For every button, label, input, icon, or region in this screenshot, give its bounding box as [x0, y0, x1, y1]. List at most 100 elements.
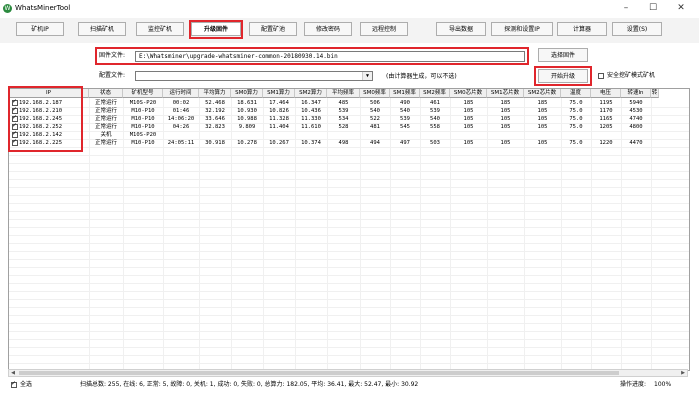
safe-mode-checkbox[interactable]	[598, 73, 604, 79]
config-file-label: 配置文件:	[99, 72, 126, 79]
cell-sm1-freq: 540	[400, 108, 410, 114]
cell-sm0-freq: 506	[370, 100, 380, 106]
cell-sm1-chips: 105	[500, 108, 511, 114]
configure-pool-button[interactable]: 配置矿池	[249, 22, 297, 36]
calculator-button[interactable]: 计算器	[557, 22, 607, 36]
cell-fan-out	[651, 123, 659, 131]
column-header-temperature[interactable]: 温度	[561, 89, 591, 98]
cell-fan-out	[651, 139, 659, 147]
cell-sm0-hashrate: 10.278	[237, 140, 257, 146]
row-divider	[9, 315, 689, 316]
column-header-avg-hashrate[interactable]: 平均算力	[199, 89, 231, 98]
remote-control-button[interactable]: 远程控制	[360, 22, 408, 36]
scrollbar-thumb[interactable]	[19, 371, 619, 375]
row-divider	[9, 219, 689, 220]
chevron-down-icon[interactable]: ▼	[362, 72, 372, 80]
row-divider	[9, 251, 689, 252]
minimize-button[interactable]: –	[614, 2, 638, 15]
change-password-button[interactable]: 修改密码	[304, 22, 352, 36]
cell-voltage: 1170	[599, 108, 613, 114]
column-header-sm0-freq[interactable]: SM0频率	[360, 89, 390, 98]
row-divider	[9, 211, 689, 212]
maximize-button[interactable]: ☐	[641, 2, 665, 15]
ip-search-button[interactable]: 探测和设置IP	[491, 22, 553, 36]
cell-sm2-freq: 539	[430, 108, 440, 114]
config-file-select[interactable]: ▼	[135, 71, 373, 81]
cell-sm1-chips: 105	[500, 116, 511, 122]
firmware-highlight-frame	[95, 47, 529, 65]
cell-sm2-freq: 540	[430, 116, 440, 122]
cell-avg-hashrate: 33.646	[205, 116, 225, 122]
column-header-model[interactable]: 矿机型号	[123, 89, 163, 98]
column-header-sm1-chips[interactable]: SM1芯片数	[487, 89, 524, 98]
cell-fan-in: 4740	[629, 116, 643, 122]
column-header-fan-out[interactable]: 转	[651, 89, 659, 98]
select-all-checkbox[interactable]	[11, 380, 17, 388]
horizontal-scrollbar[interactable]: ◀ ▶	[8, 369, 688, 377]
monitor-miners-button[interactable]: 监控矿机	[136, 22, 184, 36]
scan-ip-button[interactable]: 矿机IP	[16, 22, 64, 36]
row-divider	[9, 355, 689, 356]
cell-status: 正常运行	[94, 108, 117, 114]
cell-avg-freq: 534	[338, 116, 349, 122]
cell-sm0-chips	[450, 131, 487, 139]
table-row[interactable]: 192.168.2.210正常运行M10-P1001:4632.19210.93…	[9, 106, 689, 115]
cell-fan-out	[651, 107, 659, 115]
row-divider	[9, 331, 689, 332]
column-header-sm0-hashrate[interactable]: SM0算力	[231, 89, 263, 98]
column-header-avg-freq[interactable]: 平均频率	[327, 89, 360, 98]
cell-sm2-chips	[524, 131, 561, 139]
cell-fan-out	[651, 99, 659, 107]
table-row[interactable]: 192.168.2.252正常运行M10-P1004:2632.8239.809…	[9, 122, 689, 131]
table-row[interactable]: 192.168.2.225正常运行M10-P1024:05:1130.91810…	[9, 138, 689, 147]
column-header-uptime[interactable]: 运行时间	[163, 89, 199, 98]
row-divider	[9, 323, 689, 324]
cell-fan-in: 4530	[629, 108, 643, 114]
row-divider	[9, 291, 689, 292]
cell-uptime: 00:02	[172, 100, 190, 106]
cell-sm2-hashrate: 16.347	[301, 100, 321, 106]
column-header-sm2-chips[interactable]: SM2芯片数	[524, 89, 561, 98]
cell-sm2-chips: 105	[537, 124, 548, 130]
column-header-status[interactable]: 状态	[89, 89, 123, 98]
select-all-label: 全选	[20, 381, 33, 388]
row-divider	[9, 339, 689, 340]
column-header-voltage[interactable]: 电压	[591, 89, 621, 98]
cell-sm2-chips: 185	[537, 100, 548, 106]
cell-avg-hashrate: 32.823	[205, 124, 225, 130]
table-row[interactable]: 192.168.2.187正常运行M10S-P2000:0252.46818.6…	[9, 98, 689, 107]
close-button[interactable]: ✕	[669, 2, 693, 15]
row-divider	[9, 347, 689, 348]
scroll-right-icon[interactable]: ▶	[679, 370, 687, 376]
column-header-sm0-chips[interactable]: SM0芯片数	[450, 89, 487, 98]
row-divider	[9, 227, 689, 228]
cell-sm1-hashrate: 10.267	[269, 140, 289, 146]
upgrade-highlight-frame	[189, 20, 243, 39]
table-row[interactable]: 192.168.2.142关机M10S-P20	[9, 130, 689, 139]
column-header-sm1-hashrate[interactable]: SM1算力	[263, 89, 295, 98]
column-header-fan-in[interactable]: 转速In	[621, 89, 651, 98]
export-data-button[interactable]: 导出数据	[436, 22, 486, 36]
scroll-left-icon[interactable]: ◀	[9, 370, 17, 376]
cell-voltage: 1165	[599, 116, 613, 122]
cell-uptime: 01:46	[172, 108, 190, 114]
cell-model: M10-P10	[131, 116, 155, 122]
miner-table: IP 状态 矿机型号 运行时间 平均算力 SM0算力 SM1算力 SM2算力 平均频率 SM0频率…	[8, 88, 690, 371]
column-header-sm1-freq[interactable]: SM1频率	[390, 89, 420, 98]
row-divider	[9, 171, 689, 172]
cell-fan-out	[651, 115, 659, 123]
cell-avg-hashrate	[199, 131, 231, 139]
cell-sm0-hashrate: 10.988	[237, 116, 257, 122]
cell-sm2-chips: 105	[537, 108, 548, 114]
cell-sm0-freq	[360, 131, 390, 139]
cell-model: M10S-P20	[129, 132, 157, 138]
column-header-sm2-freq[interactable]: SM2频率	[420, 89, 450, 98]
scan-miners-button[interactable]: 扫描矿机	[78, 22, 126, 36]
cell-sm0-freq: 494	[370, 140, 380, 146]
table-row[interactable]: 192.168.2.245正常运行M10-P1014:06:2033.64610…	[9, 114, 689, 123]
column-header-sm2-hashrate[interactable]: SM2算力	[295, 89, 327, 98]
cell-sm2-hashrate: 11.330	[301, 116, 321, 122]
settings-button[interactable]: 设置(S)	[612, 22, 662, 36]
select-firmware-button[interactable]: 选择固件	[538, 48, 588, 62]
row-divider	[9, 275, 689, 276]
